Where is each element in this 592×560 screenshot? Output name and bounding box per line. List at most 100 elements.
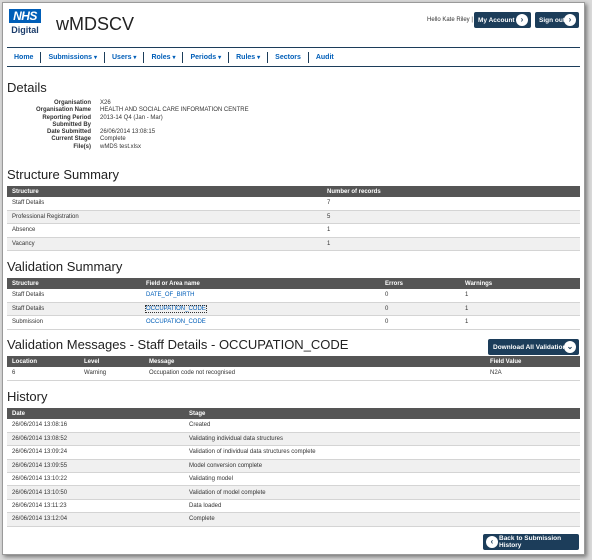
logo-subtext: Digital (11, 25, 39, 35)
table-row: Staff Details OCCUPATION_CODE 0 1 (7, 302, 580, 317)
nav-item-periods[interactable]: Periods ▾ (183, 51, 230, 63)
column-header[interactable]: Date (7, 408, 184, 419)
cell-text: 0 (385, 292, 389, 299)
table-row: 26/06/2014 13:08:16 Created (7, 419, 580, 433)
app-title: wMDSCV (56, 14, 135, 34)
chevron-down-icon: ▾ (218, 54, 222, 61)
app-window: NHS Digital wMDSCV Hello Kate Riley | My… (2, 2, 585, 555)
field-link[interactable]: DATE_OF_BIRTH (146, 292, 194, 298)
detail-value: Complete (100, 136, 126, 143)
nav-item-submissions[interactable]: Submissions ▾ (41, 51, 105, 63)
nav-item-label: Roles (151, 53, 171, 61)
detail-row: Organisation Name HEALTH AND SOCIAL CARE … (7, 107, 249, 114)
back-to-submission-history-button[interactable]: ‹ Back to Submission History (483, 534, 579, 550)
column-header[interactable]: Structure (7, 186, 322, 197)
column-header[interactable]: Level (79, 356, 144, 367)
table-cell: Vacancy (7, 237, 322, 252)
history-table: Date Stage 26/06/2014 13:08:16 Created 26/06… (7, 408, 580, 527)
table-cell: 0 (380, 289, 460, 303)
table-cell: Validating individual data structures (184, 432, 580, 447)
column-header[interactable]: Location (7, 356, 79, 367)
detail-row: Organisation X26 (7, 100, 249, 107)
cell-text: Submission (12, 319, 44, 326)
download-all-validations-button[interactable]: Download All Validations ⌄ (488, 339, 579, 355)
column-header[interactable]: Structure (7, 278, 141, 289)
table-row: 26/06/2014 13:12:04 Complete (7, 512, 580, 527)
table-cell: 26/06/2014 13:08:52 (7, 432, 184, 447)
table-row: Absence 1 (7, 223, 580, 238)
structure-summary-table: Structure Number of records Staff Details 7… (7, 186, 580, 252)
cell-text: Staff Details (12, 200, 45, 207)
table-cell: Occupation code not recognised (144, 367, 485, 381)
table-cell: Model conversion complete (184, 459, 580, 474)
detail-label: Date Submitted (46, 129, 91, 136)
field-link[interactable]: OCCUPATION_CODE (145, 305, 207, 314)
table-row: 26/06/2014 13:08:52 Validating individual… (7, 432, 580, 447)
column-header[interactable]: Field or Area name (141, 278, 380, 289)
cell-text: Occupation code not recognised (149, 370, 236, 377)
nav-item-audit[interactable]: Audit (309, 52, 341, 63)
table-cell: Validating model (184, 472, 580, 487)
table-cell: Submission (7, 315, 141, 330)
nav-item-label: Periods (190, 53, 217, 61)
table-row: 26/06/2014 13:11:23 Data loaded (7, 499, 580, 514)
table-cell: 26/06/2014 13:09:24 (7, 445, 184, 460)
cell-text: 7 (327, 200, 331, 207)
my-account-label: My Account (478, 16, 515, 24)
detail-row: Date Submitted 26/06/2014 13:08:15 (7, 129, 249, 136)
cell-text: 26/06/2014 13:08:16 (12, 422, 68, 429)
table-cell: 1 (460, 302, 580, 317)
table-row: 26/06/2014 13:09:24 Validation of individ… (7, 445, 580, 460)
column-header[interactable]: Field Value (485, 356, 580, 367)
column-header[interactable]: Number of records (322, 186, 580, 197)
table-cell: 26/06/2014 13:11:23 (7, 499, 184, 514)
detail-row: File(s) wMDS test.xlsx (7, 144, 249, 151)
cell-text: Professional Registration (12, 214, 79, 221)
column-header[interactable]: Warnings (460, 278, 580, 289)
table-cell: 0 (380, 315, 460, 330)
sign-out-button[interactable]: Sign out › (535, 12, 579, 28)
cell-text: Created (189, 422, 211, 429)
nav-item-label: Sectors (275, 53, 301, 61)
detail-value: wMDS test.xlsx (100, 143, 142, 150)
cell-text: 1 (465, 292, 469, 299)
details-heading: Details (7, 80, 47, 95)
validation-messages-heading: Validation Messages - Staff Details - OC… (7, 337, 349, 352)
nav-item-label: Submissions (48, 53, 93, 61)
table-cell: Validation of individual data structures… (184, 445, 580, 460)
nhs-digital-logo[interactable]: NHS Digital (9, 9, 41, 38)
cell-text: 26/06/2014 13:12:04 (12, 516, 68, 523)
table-cell: Created (184, 419, 580, 433)
cell-text: N2A (490, 370, 502, 377)
column-header[interactable]: Stage (184, 408, 580, 419)
column-header[interactable]: Message (144, 356, 485, 367)
cell-text: 26/06/2014 13:09:55 (12, 462, 68, 469)
arrow-right-icon: › (516, 14, 528, 26)
table-header-row: Date Stage (7, 408, 580, 419)
table-cell: Staff Details (7, 197, 322, 211)
table-row: 26/06/2014 13:10:22 Validating model (7, 472, 580, 487)
chevron-down-icon: ▾ (172, 54, 176, 61)
field-link[interactable]: OCCUPATION_CODE (146, 319, 206, 325)
nav-item-users[interactable]: Users ▾ (105, 51, 145, 63)
nav-item-home[interactable]: Home (7, 51, 42, 63)
nav-item-roles[interactable]: Roles ▾ (144, 51, 184, 63)
table-cell: OCCUPATION_CODE (141, 315, 380, 330)
sign-out-label: Sign out (539, 16, 565, 24)
chevron-down-icon: ▾ (93, 54, 97, 61)
cell-text: Absence (12, 227, 36, 234)
cell-text: Vacancy (12, 240, 35, 247)
table-row: Staff Details 7 (7, 197, 580, 211)
cell-text: Validating individual data structures (189, 436, 283, 443)
cell-text: Staff Details (12, 306, 45, 313)
nav-item-label: Home (14, 53, 34, 61)
table-row: Professional Registration 5 (7, 210, 580, 225)
nav-item-sectors[interactable]: Sectors (268, 51, 309, 63)
table-cell: Validation of model complete (184, 485, 580, 500)
my-account-button[interactable]: My Account › (474, 12, 531, 28)
table-cell: Staff Details (7, 302, 141, 317)
cell-text: 0 (385, 319, 389, 326)
nav-item-rules[interactable]: Rules ▾ (229, 51, 269, 63)
detail-value: X26 (100, 100, 111, 106)
column-header[interactable]: Errors (380, 278, 460, 289)
